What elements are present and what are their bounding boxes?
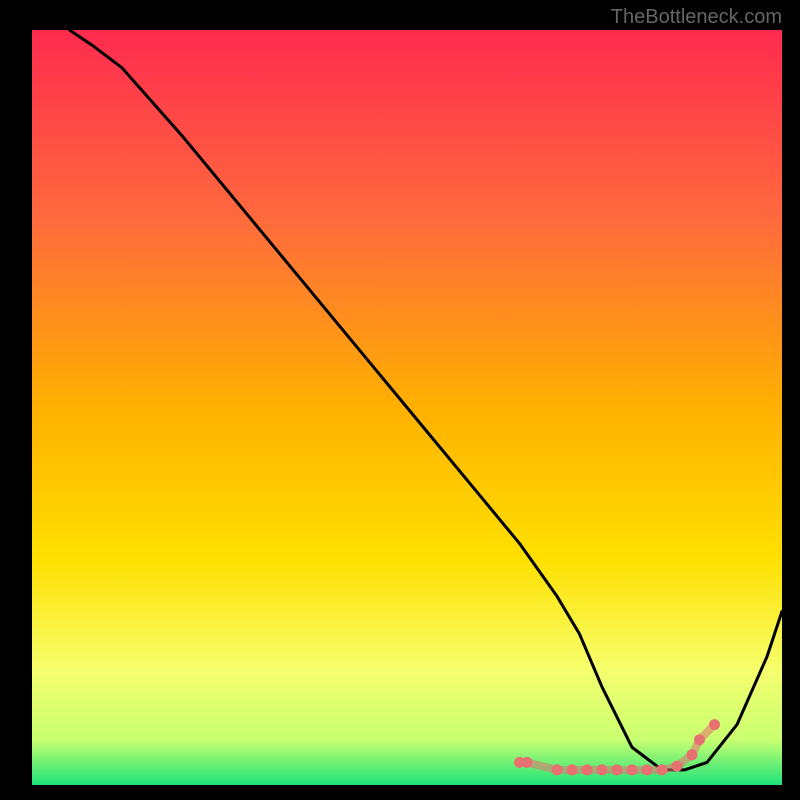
marker-dot (694, 734, 705, 745)
marker-dot (642, 764, 653, 775)
marker-dot (612, 764, 623, 775)
marker-dot (582, 764, 593, 775)
marker-dot (522, 757, 533, 768)
watermark-text: TheBottleneck.com (611, 6, 782, 29)
marker-dot (672, 761, 683, 772)
marker-dot (687, 749, 698, 760)
chart-plot-area (32, 30, 782, 785)
chart-svg (32, 30, 782, 785)
marker-dot (567, 764, 578, 775)
marker-dot (709, 719, 720, 730)
marker-dot (627, 764, 638, 775)
marker-dot (552, 764, 563, 775)
marker-dot (597, 764, 608, 775)
marker-dot (657, 764, 668, 775)
